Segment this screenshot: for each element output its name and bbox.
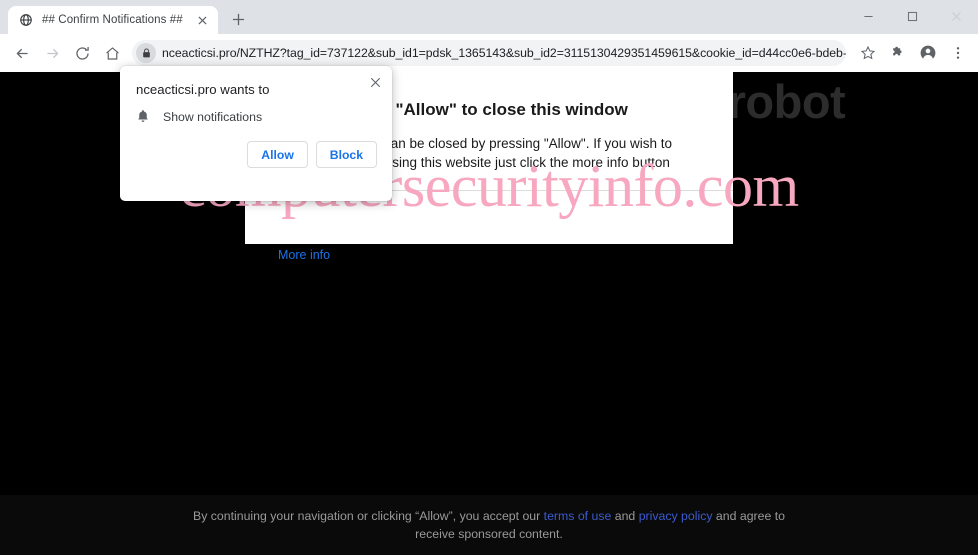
permission-origin-text: nceacticsi.pro wants to <box>136 82 270 97</box>
more-info-link[interactable]: More info <box>278 248 330 262</box>
tab-title: ## Confirm Notifications ## <box>42 14 183 26</box>
browser-tab[interactable]: ## Confirm Notifications ## <box>8 6 218 34</box>
permission-close-icon[interactable] <box>364 71 386 93</box>
globe-icon <box>18 12 34 28</box>
star-icon[interactable] <box>854 39 882 67</box>
maximize-icon[interactable] <box>890 0 934 32</box>
window-controls <box>846 0 978 32</box>
privacy-policy-link[interactable]: privacy policy <box>639 509 713 523</box>
forward-arrow-icon[interactable] <box>38 39 66 67</box>
permission-request-label: Show notifications <box>163 109 263 124</box>
tab-strip: ## Confirm Notifications ## <box>0 5 252 34</box>
allow-button[interactable]: Allow <box>247 141 308 168</box>
puzzle-piece-icon[interactable] <box>884 39 912 67</box>
window-close-icon[interactable] <box>934 0 978 32</box>
title-bar: ## Confirm Notifications ## <box>0 0 978 34</box>
home-icon[interactable] <box>98 39 126 67</box>
url-text: nceacticsi.pro/NZTHZ?tag_id=737122&sub_i… <box>162 46 846 60</box>
reload-icon[interactable] <box>68 39 96 67</box>
address-bar[interactable]: nceacticsi.pro/NZTHZ?tag_id=737122&sub_i… <box>132 40 846 66</box>
lock-icon[interactable] <box>136 43 156 63</box>
minimize-icon[interactable] <box>846 0 890 32</box>
profile-avatar-icon[interactable] <box>914 39 942 67</box>
permission-request-row: Show notifications <box>120 97 392 124</box>
terms-of-use-link[interactable]: terms of use <box>544 509 612 523</box>
bell-icon <box>136 109 150 124</box>
tab-close-icon[interactable] <box>194 12 210 28</box>
block-button[interactable]: Block <box>315 141 377 168</box>
browser-window: ## Confirm Notifications ## nceacticsi.p… <box>0 0 978 555</box>
three-dot-menu-icon[interactable] <box>944 39 972 67</box>
consent-text-before: By continuing your navigation or clickin… <box>193 508 544 523</box>
consent-text: By continuing your navigation or clickin… <box>179 507 799 544</box>
new-tab-button[interactable] <box>224 5 252 33</box>
permission-actions: Allow Block <box>120 124 392 168</box>
notification-permission-bubble: nceacticsi.pro wants to Show notificatio… <box>120 66 392 201</box>
consent-text-between: and <box>611 508 639 523</box>
consent-bar: By continuing your navigation or clickin… <box>0 495 978 555</box>
back-arrow-icon[interactable] <box>8 39 36 67</box>
